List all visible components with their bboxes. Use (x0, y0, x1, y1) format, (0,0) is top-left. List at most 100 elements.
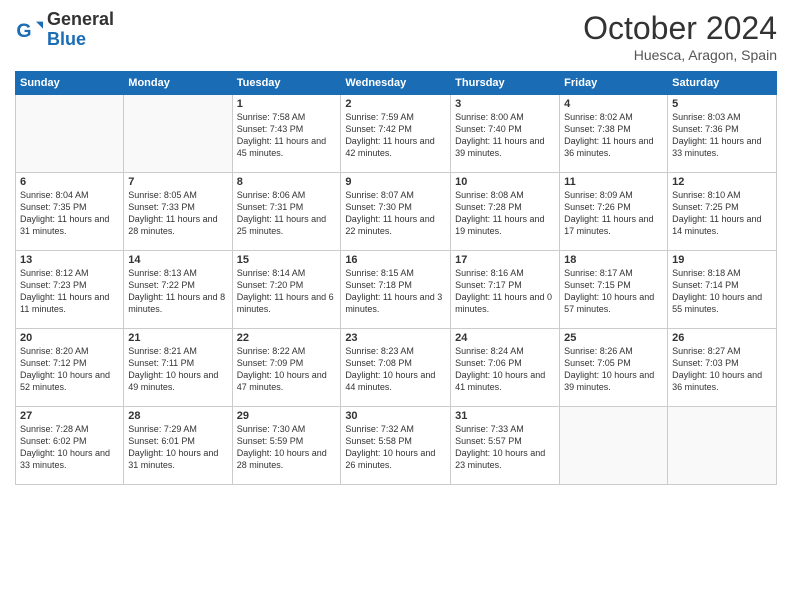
day-number: 9 (345, 176, 446, 188)
calendar-cell: 8Sunrise: 8:06 AMSunset: 7:31 PMDaylight… (232, 173, 341, 251)
col-thursday: Thursday (451, 72, 560, 95)
calendar-cell: 22Sunrise: 8:22 AMSunset: 7:09 PMDayligh… (232, 329, 341, 407)
calendar-cell: 6Sunrise: 8:04 AMSunset: 7:35 PMDaylight… (16, 173, 124, 251)
day-number: 21 (128, 332, 227, 344)
day-info: Sunrise: 8:00 AMSunset: 7:40 PMDaylight:… (455, 111, 555, 160)
day-number: 12 (672, 176, 772, 188)
day-number: 30 (345, 410, 446, 422)
day-info: Sunrise: 8:03 AMSunset: 7:36 PMDaylight:… (672, 111, 772, 160)
calendar-week-row: 6Sunrise: 8:04 AMSunset: 7:35 PMDaylight… (16, 173, 777, 251)
calendar-cell: 17Sunrise: 8:16 AMSunset: 7:17 PMDayligh… (451, 251, 560, 329)
col-wednesday: Wednesday (341, 72, 451, 95)
calendar-cell: 26Sunrise: 8:27 AMSunset: 7:03 PMDayligh… (668, 329, 777, 407)
day-number: 6 (20, 176, 119, 188)
day-info: Sunrise: 8:08 AMSunset: 7:28 PMDaylight:… (455, 189, 555, 238)
page-header: G General Blue October 2024 Huesca, Arag… (15, 10, 777, 63)
calendar-header-row: Sunday Monday Tuesday Wednesday Thursday… (16, 72, 777, 95)
calendar-cell: 25Sunrise: 8:26 AMSunset: 7:05 PMDayligh… (560, 329, 668, 407)
logo-blue-text: Blue (47, 29, 86, 49)
col-monday: Monday (124, 72, 232, 95)
calendar-cell: 15Sunrise: 8:14 AMSunset: 7:20 PMDayligh… (232, 251, 341, 329)
calendar-cell: 11Sunrise: 8:09 AMSunset: 7:26 PMDayligh… (560, 173, 668, 251)
day-number: 4 (564, 98, 663, 110)
day-info: Sunrise: 8:09 AMSunset: 7:26 PMDaylight:… (564, 189, 663, 238)
day-number: 19 (672, 254, 772, 266)
day-info: Sunrise: 8:17 AMSunset: 7:15 PMDaylight:… (564, 267, 663, 316)
calendar-cell: 20Sunrise: 8:20 AMSunset: 7:12 PMDayligh… (16, 329, 124, 407)
col-tuesday: Tuesday (232, 72, 341, 95)
day-number: 23 (345, 332, 446, 344)
day-info: Sunrise: 8:23 AMSunset: 7:08 PMDaylight:… (345, 345, 446, 394)
calendar-cell: 24Sunrise: 8:24 AMSunset: 7:06 PMDayligh… (451, 329, 560, 407)
day-number: 17 (455, 254, 555, 266)
day-number: 20 (20, 332, 119, 344)
day-number: 24 (455, 332, 555, 344)
day-info: Sunrise: 7:33 AMSunset: 5:57 PMDaylight:… (455, 423, 555, 472)
calendar-cell: 27Sunrise: 7:28 AMSunset: 6:02 PMDayligh… (16, 407, 124, 485)
day-info: Sunrise: 8:04 AMSunset: 7:35 PMDaylight:… (20, 189, 119, 238)
calendar-cell (124, 95, 232, 173)
calendar-cell: 10Sunrise: 8:08 AMSunset: 7:28 PMDayligh… (451, 173, 560, 251)
day-number: 22 (237, 332, 337, 344)
logo: G General Blue (15, 10, 114, 50)
day-number: 10 (455, 176, 555, 188)
day-number: 31 (455, 410, 555, 422)
calendar-cell: 19Sunrise: 8:18 AMSunset: 7:14 PMDayligh… (668, 251, 777, 329)
calendar-cell: 16Sunrise: 8:15 AMSunset: 7:18 PMDayligh… (341, 251, 451, 329)
calendar-week-row: 13Sunrise: 8:12 AMSunset: 7:23 PMDayligh… (16, 251, 777, 329)
logo-general-text: General (47, 9, 114, 29)
calendar-cell: 30Sunrise: 7:32 AMSunset: 5:58 PMDayligh… (341, 407, 451, 485)
month-title: October 2024 (583, 10, 777, 47)
day-number: 14 (128, 254, 227, 266)
calendar-cell: 5Sunrise: 8:03 AMSunset: 7:36 PMDaylight… (668, 95, 777, 173)
day-info: Sunrise: 7:30 AMSunset: 5:59 PMDaylight:… (237, 423, 337, 472)
location: Huesca, Aragon, Spain (583, 47, 777, 63)
day-info: Sunrise: 8:07 AMSunset: 7:30 PMDaylight:… (345, 189, 446, 238)
calendar-week-row: 1Sunrise: 7:58 AMSunset: 7:43 PMDaylight… (16, 95, 777, 173)
day-number: 3 (455, 98, 555, 110)
col-saturday: Saturday (668, 72, 777, 95)
day-number: 29 (237, 410, 337, 422)
day-info: Sunrise: 7:58 AMSunset: 7:43 PMDaylight:… (237, 111, 337, 160)
day-info: Sunrise: 8:14 AMSunset: 7:20 PMDaylight:… (237, 267, 337, 316)
day-info: Sunrise: 8:24 AMSunset: 7:06 PMDaylight:… (455, 345, 555, 394)
day-number: 11 (564, 176, 663, 188)
calendar-cell: 1Sunrise: 7:58 AMSunset: 7:43 PMDaylight… (232, 95, 341, 173)
calendar-cell: 3Sunrise: 8:00 AMSunset: 7:40 PMDaylight… (451, 95, 560, 173)
calendar-cell: 31Sunrise: 7:33 AMSunset: 5:57 PMDayligh… (451, 407, 560, 485)
calendar-cell (668, 407, 777, 485)
day-info: Sunrise: 8:27 AMSunset: 7:03 PMDaylight:… (672, 345, 772, 394)
day-info: Sunrise: 8:13 AMSunset: 7:22 PMDaylight:… (128, 267, 227, 316)
calendar-cell: 7Sunrise: 8:05 AMSunset: 7:33 PMDaylight… (124, 173, 232, 251)
day-number: 18 (564, 254, 663, 266)
calendar-cell: 14Sunrise: 8:13 AMSunset: 7:22 PMDayligh… (124, 251, 232, 329)
day-info: Sunrise: 8:20 AMSunset: 7:12 PMDaylight:… (20, 345, 119, 394)
day-info: Sunrise: 8:10 AMSunset: 7:25 PMDaylight:… (672, 189, 772, 238)
day-number: 15 (237, 254, 337, 266)
day-number: 13 (20, 254, 119, 266)
day-number: 26 (672, 332, 772, 344)
calendar-table: Sunday Monday Tuesday Wednesday Thursday… (15, 71, 777, 485)
calendar-week-row: 20Sunrise: 8:20 AMSunset: 7:12 PMDayligh… (16, 329, 777, 407)
day-info: Sunrise: 8:16 AMSunset: 7:17 PMDaylight:… (455, 267, 555, 316)
svg-text:G: G (16, 20, 31, 42)
calendar-cell (16, 95, 124, 173)
day-number: 28 (128, 410, 227, 422)
day-info: Sunrise: 8:18 AMSunset: 7:14 PMDaylight:… (672, 267, 772, 316)
day-number: 16 (345, 254, 446, 266)
calendar-cell: 13Sunrise: 8:12 AMSunset: 7:23 PMDayligh… (16, 251, 124, 329)
day-info: Sunrise: 8:26 AMSunset: 7:05 PMDaylight:… (564, 345, 663, 394)
calendar-week-row: 27Sunrise: 7:28 AMSunset: 6:02 PMDayligh… (16, 407, 777, 485)
day-number: 5 (672, 98, 772, 110)
day-info: Sunrise: 8:22 AMSunset: 7:09 PMDaylight:… (237, 345, 337, 394)
day-number: 27 (20, 410, 119, 422)
calendar-cell: 4Sunrise: 8:02 AMSunset: 7:38 PMDaylight… (560, 95, 668, 173)
day-number: 7 (128, 176, 227, 188)
day-info: Sunrise: 7:32 AMSunset: 5:58 PMDaylight:… (345, 423, 446, 472)
day-info: Sunrise: 8:12 AMSunset: 7:23 PMDaylight:… (20, 267, 119, 316)
day-info: Sunrise: 7:59 AMSunset: 7:42 PMDaylight:… (345, 111, 446, 160)
day-info: Sunrise: 7:28 AMSunset: 6:02 PMDaylight:… (20, 423, 119, 472)
day-number: 8 (237, 176, 337, 188)
day-info: Sunrise: 8:06 AMSunset: 7:31 PMDaylight:… (237, 189, 337, 238)
logo-icon: G (15, 16, 43, 44)
